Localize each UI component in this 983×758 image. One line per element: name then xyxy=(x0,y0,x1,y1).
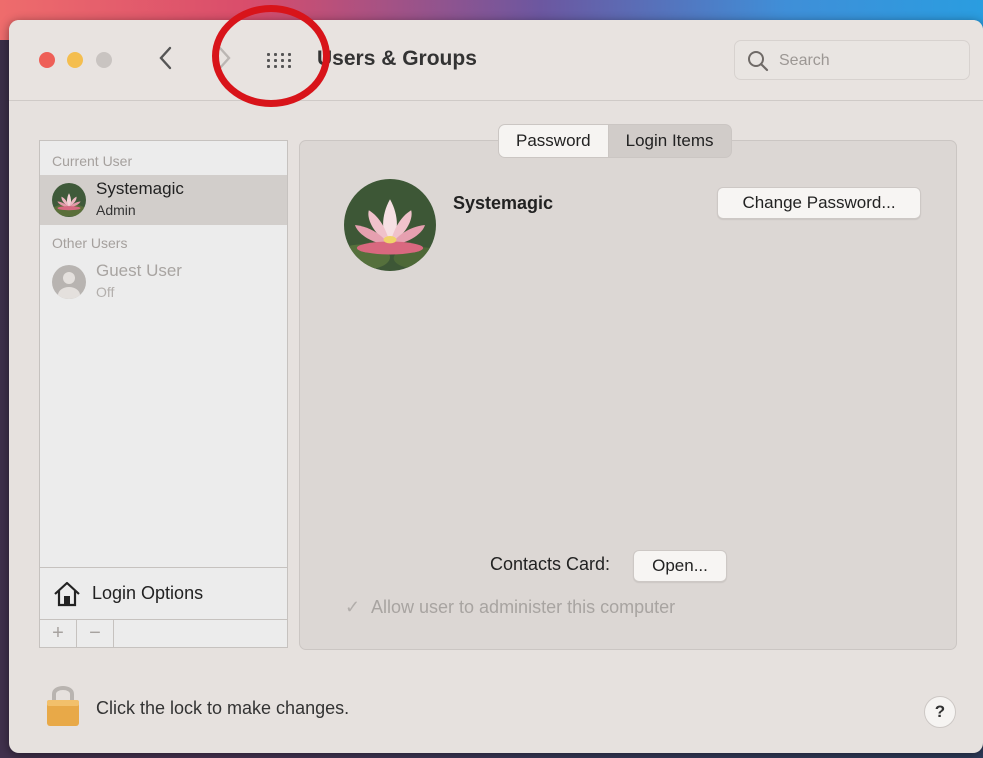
selected-user-name: Systemagic xyxy=(453,193,554,213)
close-button[interactable] xyxy=(39,52,55,68)
users-sidebar: Current User Systemagic Admin Other User… xyxy=(39,140,288,648)
contacts-card-label: Contacts Card: xyxy=(490,554,611,574)
search-icon xyxy=(748,51,769,72)
user-status: Off xyxy=(96,284,115,300)
avatar xyxy=(52,183,86,217)
help-button[interactable]: ? xyxy=(924,696,956,728)
remove-user-button[interactable]: − xyxy=(77,620,114,648)
annotation-circle xyxy=(212,5,330,107)
current-user-header: Current User xyxy=(52,153,133,169)
preferences-window: Users & Groups Search Current User Syste… xyxy=(9,20,983,753)
add-user-button[interactable]: + xyxy=(40,620,77,648)
user-name: Systemagic xyxy=(96,179,184,198)
sidebar-item-guest-user[interactable]: Guest User Off xyxy=(40,257,287,307)
user-name: Guest User xyxy=(96,261,182,280)
chevron-left-icon xyxy=(159,46,172,70)
lock-icon[interactable] xyxy=(45,683,81,727)
open-contacts-button[interactable]: Open... xyxy=(633,550,727,582)
tab-password[interactable]: Password xyxy=(499,125,609,157)
lock-message: Click the lock to make changes. xyxy=(96,698,350,718)
divider xyxy=(40,567,287,568)
user-picture[interactable] xyxy=(344,179,436,271)
minimize-button[interactable] xyxy=(67,52,83,68)
tab-login-items[interactable]: Login Items xyxy=(609,125,731,157)
user-role: Admin xyxy=(96,202,136,218)
house-icon xyxy=(54,581,80,607)
sidebar-item-systemagic[interactable]: Systemagic Admin xyxy=(40,175,287,225)
allow-admin-label: Allow user to administer this computer xyxy=(371,597,676,617)
window-title: Users & Groups xyxy=(317,47,477,70)
back-button[interactable] xyxy=(157,45,175,76)
search-placeholder: Search xyxy=(779,52,830,69)
login-options-button[interactable]: Login Options xyxy=(50,575,280,615)
change-password-button[interactable]: Change Password... xyxy=(717,187,921,219)
tab-bar: Password Login Items xyxy=(498,124,732,158)
add-remove-bar: + − xyxy=(40,619,287,648)
allow-admin-checkbox[interactable]: ✓ Allow user to administer this computer xyxy=(345,597,675,618)
search-field[interactable]: Search xyxy=(734,40,970,80)
login-options-label: Login Options xyxy=(92,583,204,603)
zoom-button[interactable] xyxy=(96,52,112,68)
other-users-header: Other Users xyxy=(52,235,128,251)
guest-avatar-icon xyxy=(52,265,86,299)
checkmark-icon: ✓ xyxy=(345,597,361,617)
titlebar: Users & Groups Search xyxy=(9,20,983,101)
